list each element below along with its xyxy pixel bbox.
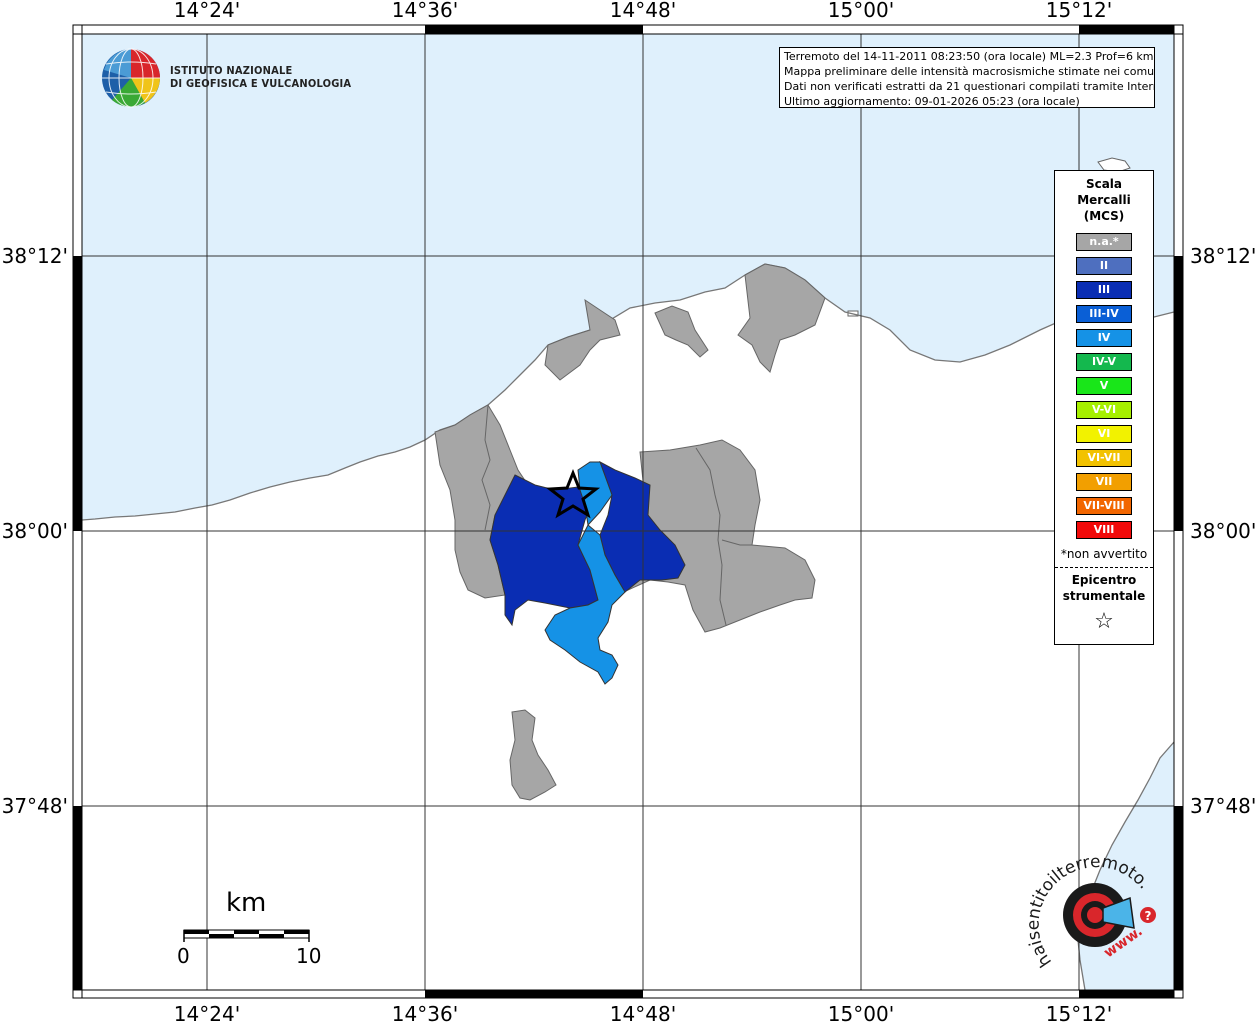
legend-item: VI-VII [1076, 449, 1132, 467]
legend-item: VII-VIII [1076, 497, 1132, 515]
ingv-line-1: ISTITUTO NAZIONALE [170, 64, 293, 77]
legend-item: IV [1076, 329, 1132, 347]
lon-labels-bottom: 14°24' 14°36' 14°48' 15°00' 15°12' [174, 1002, 1112, 1024]
info-line-3: Dati non verificati estratti da 21 quest… [784, 80, 1155, 93]
ingv-line-2: DI GEOFISICA E VULCANOLOGIA [170, 77, 352, 90]
legend-item: VII [1076, 473, 1132, 491]
lon-label-bottom: 14°36' [392, 1002, 458, 1024]
lon-label-top: 14°48' [610, 0, 676, 22]
lon-label-top: 14°36' [392, 0, 458, 22]
lon-label-top: 15°00' [828, 0, 894, 22]
legend-item: IV-V [1076, 353, 1132, 371]
legend-item: VI [1076, 425, 1132, 443]
legend-item: III-IV [1076, 305, 1132, 323]
legend-item: III [1076, 281, 1132, 299]
info-line-1: Terremoto del 14-11-2011 08:23:50 (ora l… [784, 50, 1154, 63]
legend-item: VIII [1076, 521, 1132, 539]
lat-label-right: 37°48' [1190, 794, 1256, 818]
lat-label-left: 38°00' [2, 519, 68, 543]
lat-label-left: 38°12' [2, 244, 68, 268]
lat-label-right: 38°00' [1190, 519, 1256, 543]
ingv-logo-icon [102, 48, 160, 108]
info-line-2: Mappa preliminare delle intensità macros… [784, 65, 1155, 78]
lon-label-top: 14°24' [174, 0, 240, 22]
legend-epicentre-line-2: strumentale [1062, 589, 1146, 603]
legend-epicentre-label: Epicentro strumentale [1055, 572, 1153, 604]
scale-bar [183, 929, 310, 942]
scale-end-label: 10 [296, 944, 322, 968]
legend-item: V [1076, 377, 1132, 395]
svg-text:?: ? [1145, 909, 1152, 923]
legend-title-line-2: Mercalli [1077, 193, 1131, 207]
legend-item: n.a.* [1076, 233, 1132, 251]
scale-unit-label: km [226, 888, 267, 918]
lon-label-top: 15°12' [1046, 0, 1112, 22]
legend-item: II [1076, 257, 1132, 275]
lon-label-bottom: 15°12' [1046, 1002, 1112, 1024]
legend-star-icon: ☆ [1094, 609, 1114, 634]
legend-title: Scala Mercalli (MCS) [1055, 176, 1153, 224]
scale-start-label: 0 [177, 944, 190, 968]
lat-label-left: 37°48' [2, 794, 68, 818]
lat-label-right: 38°12' [1190, 244, 1256, 268]
municipality-na-south [509, 709, 557, 801]
legend-separator [1055, 567, 1153, 568]
lon-label-bottom: 14°48' [610, 1002, 676, 1024]
legend-item: V-VI [1076, 401, 1132, 419]
lat-labels-right: 38°12' 38°00' 37°48' [1190, 244, 1256, 818]
info-line-4: Ultimo aggiornamento: 09-01-2026 05:23 (… [784, 95, 1080, 108]
legend-title-line-3: (MCS) [1083, 209, 1125, 223]
legend-note: *non avvertito [1060, 547, 1148, 561]
mcs-legend: Scala Mercalli (MCS) n.a.* II III III-IV IV I… [1054, 170, 1154, 645]
legend-items: n.a.* II III III-IV IV IV-V V V-VI VI VI-VII VII VI… [1055, 233, 1153, 539]
ingv-logo-text: ISTITUTO NAZIONALE DI GEOFISICA E VULCAN… [170, 64, 351, 90]
lat-labels-left: 38°12' 38°00' 37°48' [2, 244, 68, 818]
earthquake-info-box: Terremoto del 14-11-2011 08:23:50 (ora l… [779, 47, 1155, 108]
lon-label-bottom: 14°24' [174, 1002, 240, 1024]
lon-label-bottom: 15°00' [828, 1002, 894, 1024]
legend-title-line-1: Scala [1085, 177, 1123, 191]
lon-labels-top: 14°24' 14°36' 14°48' 15°00' 15°12' [174, 0, 1112, 22]
municipality-na-coast-2 [654, 305, 709, 358]
legend-epicentre-line-1: Epicentro [1071, 573, 1137, 587]
